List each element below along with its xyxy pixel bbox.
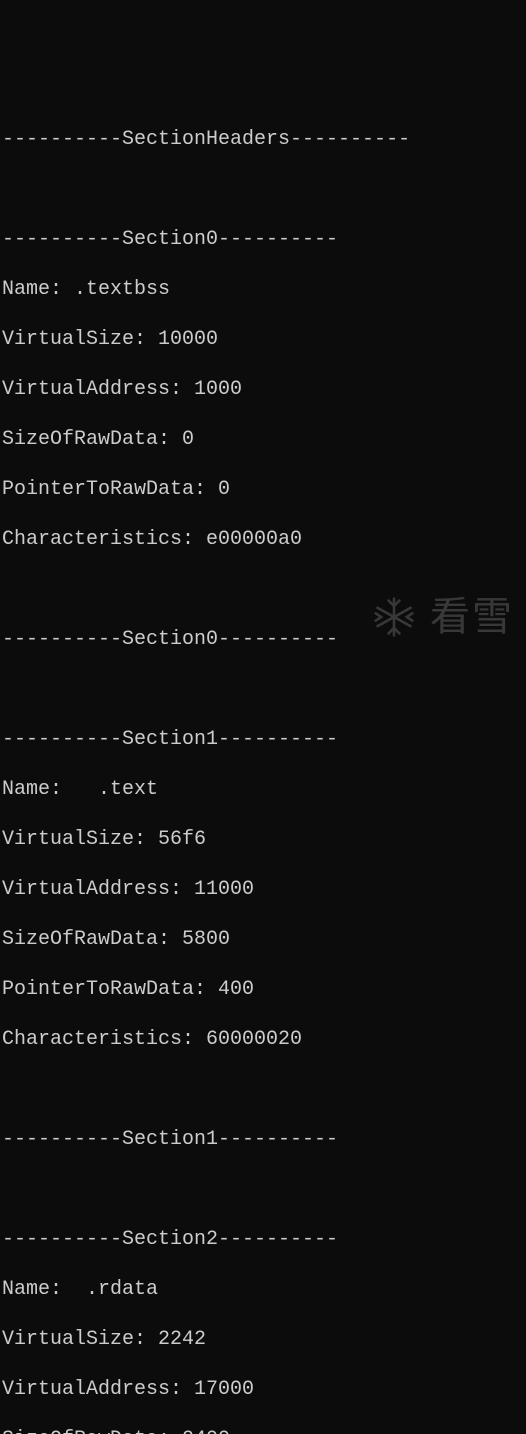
section-line: SizeOfRawData: 0 — [2, 427, 524, 452]
section-open: ----------Section0---------- — [2, 227, 524, 252]
blank-line — [2, 577, 524, 602]
blank-line — [2, 177, 524, 202]
terminal-output: ----------SectionHeaders---------- -----… — [0, 100, 526, 1434]
section-line: Characteristics: 60000020 — [2, 1027, 524, 1052]
section-headers-title: ----------SectionHeaders---------- — [2, 127, 524, 152]
section-line: Characteristics: e00000a0 — [2, 527, 524, 552]
blank-line — [2, 1177, 524, 1202]
section-line: VirtualSize: 56f6 — [2, 827, 524, 852]
section-open: ----------Section2---------- — [2, 1227, 524, 1252]
section-line: Name: .rdata — [2, 1277, 524, 1302]
section-line: Name: .textbss — [2, 277, 524, 302]
section-line: VirtualAddress: 17000 — [2, 1377, 524, 1402]
section-line: VirtualSize: 10000 — [2, 327, 524, 352]
section-line: SizeOfRawData: 5800 — [2, 927, 524, 952]
section-line: PointerToRawData: 400 — [2, 977, 524, 1002]
section-line: Name: .text — [2, 777, 524, 802]
section-line: VirtualAddress: 1000 — [2, 377, 524, 402]
section-line: VirtualAddress: 11000 — [2, 877, 524, 902]
blank-line — [2, 1077, 524, 1102]
section-open: ----------Section1---------- — [2, 727, 524, 752]
section-close: ----------Section0---------- — [2, 627, 524, 652]
section-close: ----------Section1---------- — [2, 1127, 524, 1152]
section-line: PointerToRawData: 0 — [2, 477, 524, 502]
blank-line — [2, 677, 524, 702]
section-line: SizeOfRawData: 2400 — [2, 1427, 524, 1434]
section-line: VirtualSize: 2242 — [2, 1327, 524, 1352]
